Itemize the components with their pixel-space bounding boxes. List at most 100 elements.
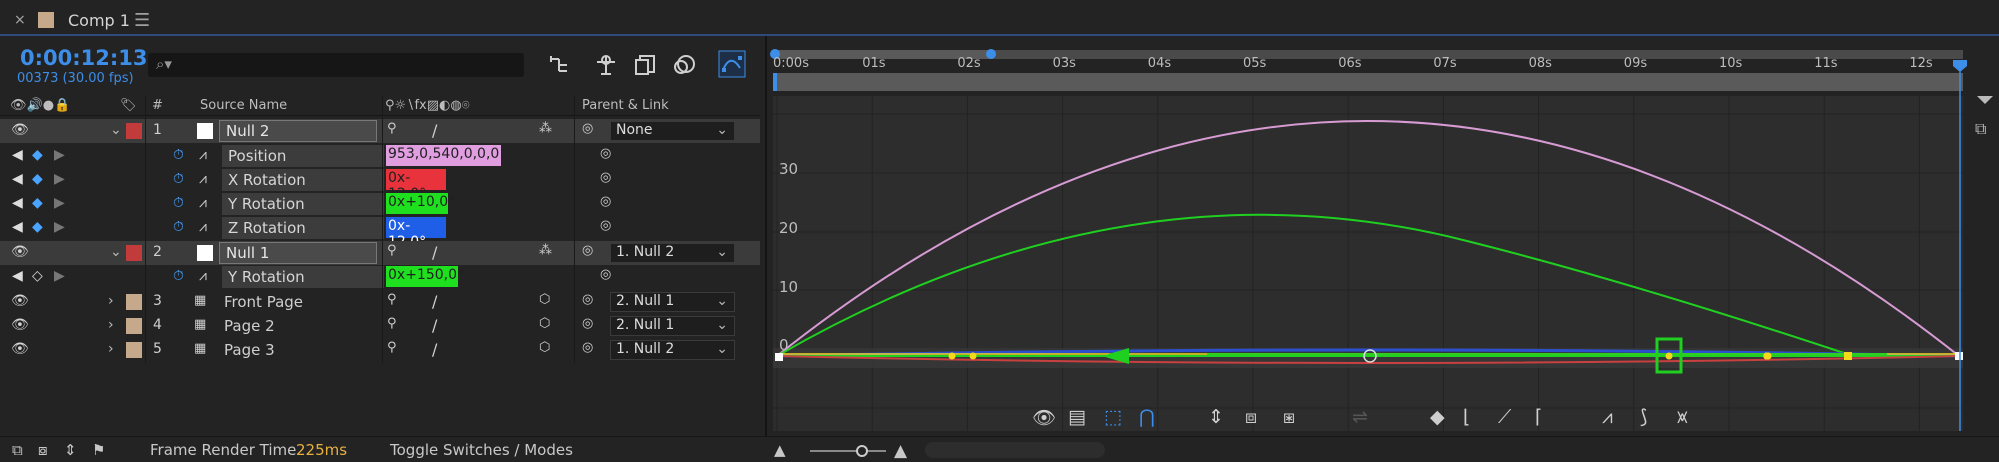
stopwatch-icon[interactable]: ⏱ bbox=[173, 195, 184, 211]
ease-in-icon[interactable]: ⟆ bbox=[1640, 406, 1647, 428]
pickwhip-icon[interactable]: ◎ bbox=[600, 146, 611, 161]
pickwhip-icon[interactable]: ◎ bbox=[600, 170, 611, 185]
layer-name[interactable]: Null 1 bbox=[219, 242, 377, 264]
keyframe-diamond-icon[interactable]: ◆ bbox=[32, 219, 43, 235]
graph-editor-icon[interactable] bbox=[718, 50, 746, 78]
horizontal-scrollbar[interactable] bbox=[925, 442, 1105, 458]
bezier-handle[interactable] bbox=[948, 352, 956, 360]
view-graph-icon[interactable]: ⧆ bbox=[1283, 406, 1295, 428]
property-row[interactable]: ◀ ◆ ▶ ⏱ ⩘ Z Rotation 0x-12,0° ◎ bbox=[0, 216, 760, 250]
pickwhip-icon[interactable]: ◎ bbox=[600, 194, 611, 209]
keyframe-diamond-icon[interactable]: ◆ bbox=[32, 147, 43, 163]
twirl-down-icon[interactable]: ⌄ bbox=[110, 122, 122, 138]
layer-row[interactable]: 👁 ⌄ 1 Null 2 ⚲ / ⁂ ◎ None ⌄ bbox=[0, 119, 760, 143]
layer-label-color[interactable] bbox=[126, 342, 142, 358]
property-value[interactable]: 0x+10,0° bbox=[386, 193, 455, 214]
layer-name[interactable]: Page 2 bbox=[224, 317, 275, 335]
keyframe-diamond-icon[interactable]: ◆ bbox=[32, 171, 43, 187]
graph-toggle-icon[interactable]: ⩘ bbox=[199, 268, 207, 284]
property-value[interactable]: 953,0,540,0,0,0 bbox=[386, 145, 502, 166]
layer-row[interactable]: 👁 › 3 ▦ Front Page ⚲ / ⬡ ◎ 2. Null 1 ⌄ bbox=[0, 290, 760, 314]
source-name-header[interactable]: Source Name bbox=[200, 98, 287, 113]
pickwhip-icon[interactable]: ◎ bbox=[582, 340, 593, 355]
quality-switch-icon[interactable]: / bbox=[432, 121, 437, 140]
property-row[interactable]: ◀ ◆ ▶ ⏱ ⩘ Y Rotation 0x+10,0° ◎ bbox=[0, 192, 760, 216]
property-value[interactable]: 0x-12,0° bbox=[386, 217, 446, 250]
graph-options-icon[interactable]: ▤ bbox=[1068, 406, 1086, 428]
3d-layer-switch-icon[interactable]: ⁂ bbox=[539, 121, 552, 136]
stopwatch-icon[interactable]: ⏱ bbox=[173, 219, 184, 235]
auto-bezier-icon[interactable]: ⌈ bbox=[1535, 406, 1542, 428]
layer-name[interactable]: Null 2 bbox=[219, 120, 377, 142]
next-keyframe-icon[interactable]: ▶ bbox=[54, 171, 65, 187]
next-keyframe-icon[interactable]: ▶ bbox=[54, 268, 65, 284]
quality-switch-icon[interactable]: / bbox=[432, 292, 437, 311]
playhead-icon[interactable] bbox=[1953, 60, 1967, 72]
graph-toggle-icon[interactable]: ⩘ bbox=[199, 171, 207, 187]
draft-3d-icon[interactable] bbox=[593, 52, 619, 78]
property-value[interactable]: 0x-12,0° bbox=[386, 169, 446, 202]
easy-ease-icon[interactable]: ⩘ bbox=[1602, 406, 1613, 428]
shy-switch-icon[interactable]: ⚲ bbox=[387, 316, 397, 331]
next-keyframe-icon[interactable]: ▶ bbox=[54, 219, 65, 235]
3d-cube-icon[interactable]: ⬡ bbox=[539, 292, 550, 307]
layer-name[interactable]: Front Page bbox=[224, 293, 303, 311]
visibility-eye-icon[interactable]: 👁 bbox=[11, 317, 29, 333]
3d-layer-switch-icon[interactable]: ⁂ bbox=[539, 243, 552, 258]
graph-toggle-icon[interactable]: ⩘ bbox=[199, 219, 207, 235]
stopwatch-icon[interactable]: ⏱ bbox=[173, 171, 184, 187]
layer-switches-icon[interactable]: ⧉ bbox=[12, 441, 23, 459]
property-row[interactable]: ◀ ◆ ▶ ⏱ ⩘ X Rotation 0x-12,0° ◎ bbox=[0, 168, 760, 202]
graph-editor-panel[interactable]: 0:00s 01s 02s 03s 04s 05s 06s 07s 08s 09s 10s 11s 12… bbox=[767, 36, 1999, 436]
shy-switch-icon[interactable]: ⚲ bbox=[387, 121, 397, 136]
property-row[interactable]: ◀ ◆ ▶ ⏱ ⩘ Position 953,0,540,0,0,0 ◎ bbox=[0, 144, 760, 168]
fit-selection-icon[interactable]: ⇕ bbox=[1208, 406, 1224, 428]
pickwhip-icon[interactable]: ◎ bbox=[600, 267, 611, 282]
3d-cube-icon[interactable]: ⬡ bbox=[539, 340, 550, 355]
twirl-right-icon[interactable]: › bbox=[108, 317, 114, 333]
keyframe-diamond-outline-icon[interactable]: ◇ bbox=[32, 268, 43, 284]
pickwhip-icon[interactable]: ◎ bbox=[582, 121, 593, 136]
next-keyframe-icon[interactable]: ▶ bbox=[54, 195, 65, 211]
motion-blur-icon[interactable] bbox=[672, 52, 698, 78]
hold-keyframe-icon[interactable]: ⌊ bbox=[1463, 406, 1470, 428]
zoom-out-mountain-icon[interactable]: ▲ bbox=[774, 441, 786, 459]
layer-label-color[interactable] bbox=[126, 123, 142, 139]
keyframe-end[interactable] bbox=[1955, 352, 1963, 360]
twirl-down-icon[interactable]: ⌄ bbox=[110, 244, 122, 260]
work-area-bar[interactable] bbox=[773, 73, 1963, 91]
layer-name[interactable]: Page 3 bbox=[224, 341, 275, 359]
ease-out-icon[interactable]: ⩙ bbox=[1677, 406, 1688, 428]
search-input[interactable]: ⌕▾ bbox=[148, 53, 524, 77]
transfer-controls-icon[interactable]: ⧇ bbox=[38, 441, 48, 459]
bezier-handle[interactable] bbox=[969, 352, 977, 360]
close-tab-icon[interactable]: × bbox=[14, 12, 26, 28]
toggle-switches-button[interactable]: Toggle Switches / Modes bbox=[390, 441, 573, 459]
3d-cube-icon[interactable]: ⬡ bbox=[539, 316, 550, 331]
prev-keyframe-icon[interactable]: ◀ bbox=[12, 195, 23, 211]
quality-switch-icon[interactable]: / bbox=[432, 243, 437, 262]
show-properties-eye-icon[interactable]: 👁 bbox=[1032, 406, 1056, 429]
visibility-eye-icon[interactable]: 👁 bbox=[11, 293, 29, 309]
visibility-eye-icon[interactable]: 👁 bbox=[11, 122, 29, 138]
prev-keyframe-icon[interactable]: ◀ bbox=[12, 171, 23, 187]
comp-tab-title[interactable]: Comp 1 bbox=[68, 11, 130, 30]
in-out-icon[interactable]: ⇕ bbox=[64, 441, 77, 459]
selected-keyframe[interactable] bbox=[1665, 352, 1673, 360]
shy-switch-icon[interactable]: ⚲ bbox=[387, 340, 397, 355]
zoom-slider[interactable] bbox=[808, 445, 888, 457]
visibility-eye-icon[interactable]: 👁 bbox=[11, 244, 29, 260]
keyframe-yellow[interactable] bbox=[1844, 352, 1852, 360]
work-area-start[interactable] bbox=[773, 73, 777, 91]
parent-dropdown[interactable]: 2. Null 1 ⌄ bbox=[610, 292, 735, 312]
next-keyframe-icon[interactable]: ▶ bbox=[54, 147, 65, 163]
layer-row[interactable]: 👁 ⌄ 2 Null 1 ⚲ / ⁂ ◎ 1. Null 2 ⌄ bbox=[0, 241, 760, 265]
property-row[interactable]: ◀ ◇ ▶ ⏱ ⩘ Y Rotation 0x+150,0° ◎ bbox=[0, 265, 760, 289]
property-value[interactable]: 0x+150,0° bbox=[386, 266, 464, 287]
keyframe-diamond-icon[interactable]: ◆ bbox=[32, 195, 43, 211]
layer-row[interactable]: 👁 › 5 ▦ Page 3 ⚲ / ⬡ ◎ 1. Null 2 ⌄ bbox=[0, 338, 760, 362]
visibility-eye-icon[interactable]: 👁 bbox=[11, 341, 29, 357]
pickwhip-icon[interactable]: ◎ bbox=[582, 243, 593, 258]
panel-menu-icon[interactable]: ☰ bbox=[134, 10, 150, 31]
keyframe-edit-icon[interactable]: ◆ bbox=[1430, 406, 1445, 428]
